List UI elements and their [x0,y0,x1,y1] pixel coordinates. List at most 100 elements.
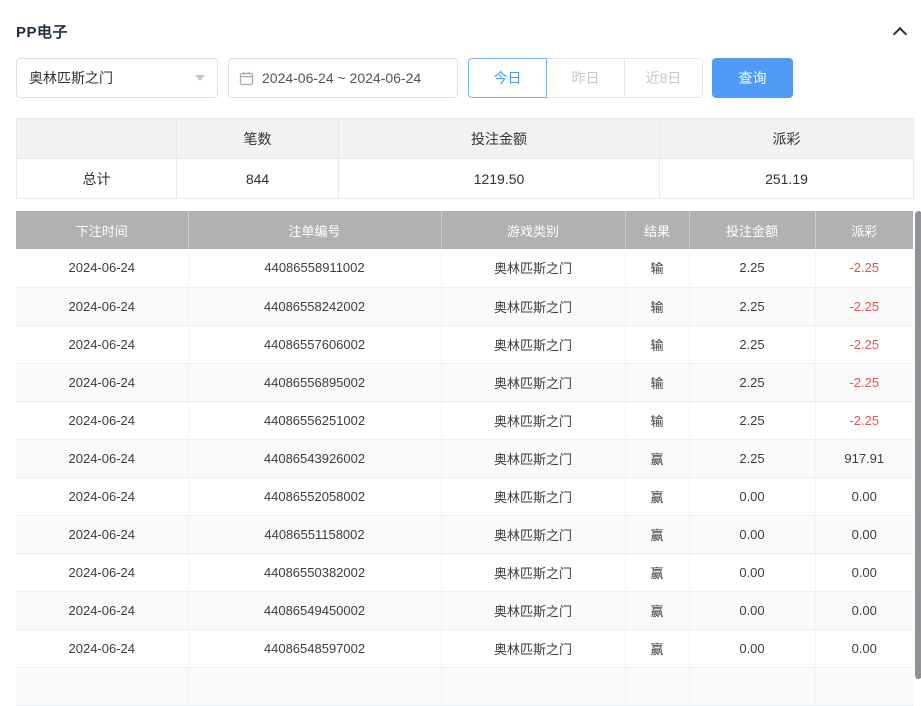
table-row: 2024-06-2444086557606002奥林匹斯之门输2.25-2.25 [16,325,913,363]
cell-date: 2024-06-24 [16,401,188,439]
cell-payout: 0.00 [815,515,913,553]
cell-result: 赢 [625,477,689,515]
cell-game-type: 奥林匹斯之门 [441,553,625,591]
bet-table-body: 2024-06-2444086558911002奥林匹斯之门输2.25-2.25… [16,249,913,705]
cell-date [16,667,188,705]
cell-order-id: 44086558242002 [188,287,441,325]
cell-bet-amount: 2.25 [689,287,815,325]
summary-header-blank [17,119,177,159]
date-range-picker[interactable]: 2024-06-24 ~ 2024-06-24 [228,58,458,98]
cell-order-id: 44086551158002 [188,515,441,553]
cell-payout: 917.91 [815,439,913,477]
cell-bet-amount: 2.25 [689,401,815,439]
cell-order-id: 44086543926002 [188,439,441,477]
cell-payout: -2.25 [815,249,913,287]
cell-game-type: 奥林匹斯之门 [441,249,625,287]
cell-payout: -2.25 [815,401,913,439]
cell-payout: -2.25 [815,363,913,401]
collapse-chevron-up-icon[interactable] [893,27,907,41]
cell-payout: -2.25 [815,287,913,325]
cell-date: 2024-06-24 [16,439,188,477]
cell-game-type: 奥林匹斯之门 [441,515,625,553]
cell-game-type: 奥林匹斯之门 [441,363,625,401]
cell-game-type: 奥林匹斯之门 [441,477,625,515]
table-row: 2024-06-2444086549450002奥林匹斯之门赢0.000.00 [16,591,913,629]
summary-total-label: 总计 [17,159,177,199]
cell-game-type: 奥林匹斯之门 [441,439,625,477]
cell-order-id: 44086556251002 [188,401,441,439]
cell-payout: 0.00 [815,629,913,667]
cell-result: 赢 [625,515,689,553]
cell-payout: 0.00 [815,591,913,629]
cell-result: 赢 [625,591,689,629]
summary-header-bet-amount: 投注金额 [339,119,660,159]
game-select[interactable]: 奥林匹斯之门 [16,58,218,98]
cell-game-type: 奥林匹斯之门 [441,591,625,629]
quick-button-today[interactable]: 今日 [468,58,547,98]
column-header-result: 结果 [625,211,689,249]
table-row: 2024-06-2444086548597002奥林匹斯之门赢0.000.00 [16,629,913,667]
cell-result: 赢 [625,553,689,591]
cell-date: 2024-06-24 [16,325,188,363]
cell-result: 赢 [625,629,689,667]
cell-bet-amount [689,667,815,705]
table-row: 2024-06-2444086556251002奥林匹斯之门输2.25-2.25 [16,401,913,439]
cell-payout: 0.00 [815,477,913,515]
game-select-value: 奥林匹斯之门 [29,68,113,88]
cell-result: 输 [625,401,689,439]
cell-date: 2024-06-24 [16,515,188,553]
summary-header-count: 笔数 [177,119,339,159]
cell-order-id: 44086550382002 [188,553,441,591]
cell-bet-amount: 2.25 [689,363,815,401]
cell-game-type: 奥林匹斯之门 [441,287,625,325]
column-header-game-type: 游戏类别 [441,211,625,249]
quick-button-yesterday[interactable]: 昨日 [546,58,625,98]
quick-button-last8days[interactable]: 近8日 [624,58,703,98]
table-row: 2024-06-2444086543926002奥林匹斯之门赢2.25917.9… [16,439,913,477]
summary-header-row: 笔数 投注金额 派彩 [17,119,914,159]
column-header-order-id: 注单编号 [188,211,441,249]
cell-order-id: 44086549450002 [188,591,441,629]
filter-row: 奥林匹斯之门 2024-06-24 ~ 2024-06-24 今日 昨日 近8日… [16,58,921,98]
cell-result: 输 [625,325,689,363]
cell-result: 赢 [625,439,689,477]
summary-header-payout: 派彩 [660,119,914,159]
table-row: 2024-06-2444086552058002奥林匹斯之门赢0.000.00 [16,477,913,515]
cell-date: 2024-06-24 [16,249,188,287]
search-button[interactable]: 查询 [712,58,793,98]
cell-payout: -2.25 [815,325,913,363]
panel-header: PP电子 [16,18,913,44]
cell-bet-amount: 0.00 [689,515,815,553]
table-row [16,667,913,705]
caret-down-icon [195,75,205,81]
date-range-value: 2024-06-24 ~ 2024-06-24 [262,70,421,86]
cell-bet-amount: 0.00 [689,591,815,629]
cell-result [625,667,689,705]
cell-date: 2024-06-24 [16,363,188,401]
cell-result: 输 [625,249,689,287]
column-header-date: 下注时间 [16,211,188,249]
cell-date: 2024-06-24 [16,591,188,629]
cell-order-id: 44086557606002 [188,325,441,363]
cell-result: 输 [625,363,689,401]
cell-bet-amount: 2.25 [689,325,815,363]
summary-total-row: 总计 844 1219.50 251.19 [17,159,914,199]
cell-game-type: 奥林匹斯之门 [441,325,625,363]
report-panel: PP电子 奥林匹斯之门 2024-06-24 ~ 2024-06-24 今日 昨… [0,0,921,706]
cell-order-id: 44086558911002 [188,249,441,287]
cell-order-id: 44086556895002 [188,363,441,401]
cell-date: 2024-06-24 [16,287,188,325]
cell-order-id [188,667,441,705]
column-header-payout: 派彩 [815,211,913,249]
summary-payout-value: 251.19 [660,159,914,199]
cell-bet-amount: 2.25 [689,249,815,287]
bet-table: 下注时间 注单编号 游戏类别 结果 投注金额 派彩 2024-06-244408… [16,211,913,706]
calendar-icon [239,71,254,86]
summary-table: 笔数 投注金额 派彩 总计 844 1219.50 251.19 [16,118,914,199]
page-title: PP电子 [16,21,68,42]
cell-order-id: 44086552058002 [188,477,441,515]
cell-date: 2024-06-24 [16,629,188,667]
quick-date-group: 今日 昨日 近8日 [468,58,703,98]
summary-count-value: 844 [177,159,339,199]
table-scrollbar[interactable] [915,211,921,679]
